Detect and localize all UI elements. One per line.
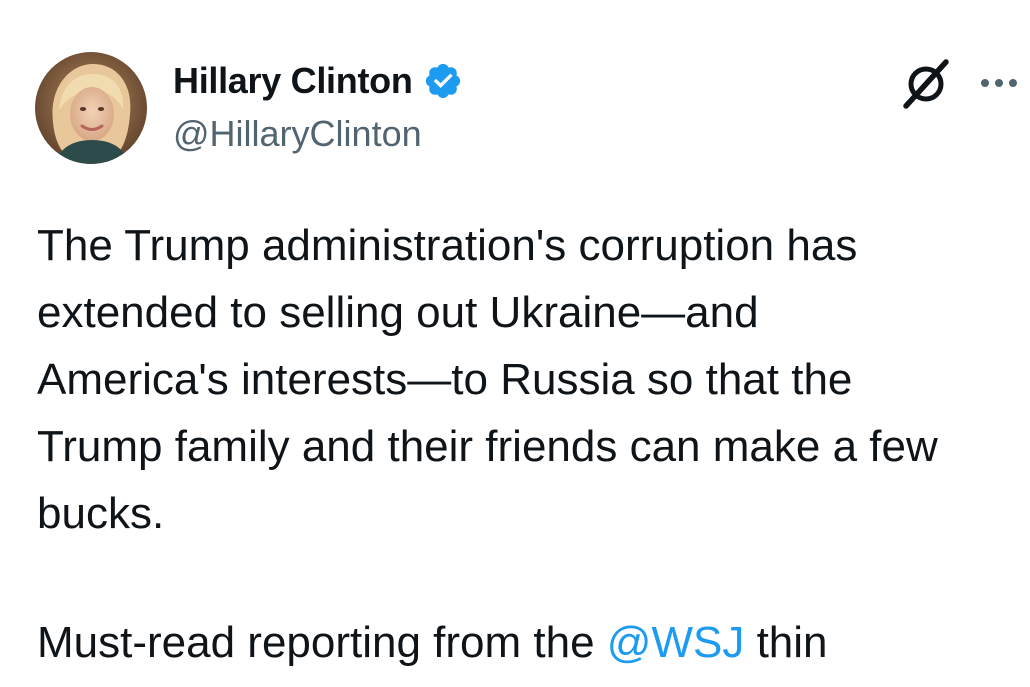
mention-link[interactable]: @WSJ <box>607 618 745 667</box>
avatar[interactable] <box>35 52 147 164</box>
tweet[interactable]: Hillary Clinton @HillaryClinton The Trum… <box>0 0 1030 687</box>
author-handle[interactable]: @HillaryClinton <box>173 113 422 155</box>
post-text-line: extended to selling out Ukraine—and <box>37 288 759 337</box>
post-text-line: Trump family and their friends can make … <box>37 422 938 471</box>
bottom-edge <box>0 680 1030 687</box>
second-para-prefix: Must-read reporting from the <box>37 618 607 667</box>
post-text-second-paragraph: Must-read reporting from the @WSJ thin <box>37 609 828 676</box>
post-text: The Trump administration's corruption ha… <box>37 212 1030 547</box>
post-text-line: bucks. <box>37 489 165 538</box>
more-options-button[interactable] <box>975 63 1023 103</box>
grok-button[interactable] <box>898 58 954 110</box>
second-para-suffix: thin <box>744 618 828 667</box>
post-text-line: America's interests—to Russia so that th… <box>37 355 853 404</box>
author-name-row: Hillary Clinton <box>173 58 463 104</box>
post-text-line: The Trump administration's corruption ha… <box>37 221 858 270</box>
grok-icon <box>903 59 949 109</box>
verified-badge-icon <box>425 63 460 99</box>
more-icon <box>981 79 1017 87</box>
avatar-portrait <box>35 52 147 164</box>
display-name[interactable]: Hillary Clinton <box>173 60 413 102</box>
